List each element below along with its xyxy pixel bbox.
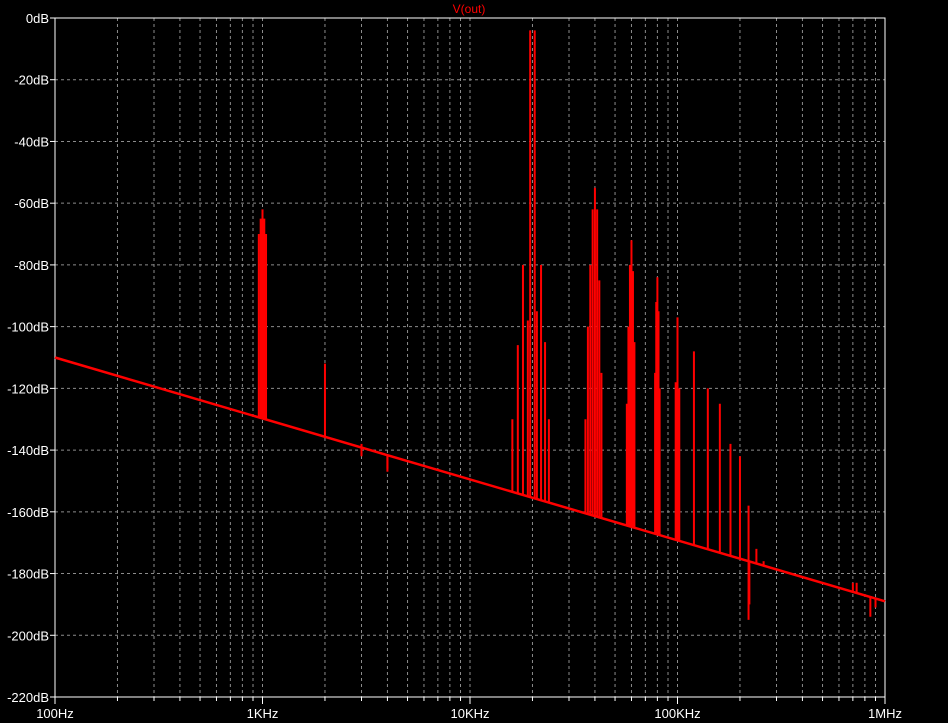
y-tick-label: -100dB bbox=[7, 320, 49, 335]
x-tick-label: 100KHz bbox=[654, 706, 700, 721]
x-tick-label: 1MHz bbox=[868, 706, 902, 721]
y-tick-label: -220dB bbox=[7, 690, 49, 705]
y-tick-label: -140dB bbox=[7, 443, 49, 458]
y-tick-label: -160dB bbox=[7, 505, 49, 520]
x-axis: 100Hz 1KHz 10KHz 100KHz 1MHz bbox=[36, 697, 902, 721]
y-tick-label: -180dB bbox=[7, 567, 49, 582]
y-tick-label: -20dB bbox=[14, 73, 49, 88]
x-tick-label: 1KHz bbox=[247, 706, 279, 721]
y-tick-label: -200dB bbox=[7, 628, 49, 643]
y-tick-label: 0dB bbox=[26, 11, 49, 26]
spectrum-chart: V(out) 0dB -20dB -40dB -60dB -80dB -100dB -120… bbox=[7, 2, 902, 721]
x-tick-label: 10KHz bbox=[450, 706, 489, 721]
y-tick-label: -80dB bbox=[14, 258, 49, 273]
y-axis: 0dB -20dB -40dB -60dB -80dB -100dB -120dB -140d… bbox=[7, 11, 55, 705]
y-tick-label: -120dB bbox=[7, 381, 49, 396]
grid-lines bbox=[55, 18, 885, 697]
x-tick-label: 100Hz bbox=[36, 706, 74, 721]
y-tick-label: -60dB bbox=[14, 196, 49, 211]
y-tick-label: -40dB bbox=[14, 134, 49, 149]
chart-title: V(out) bbox=[453, 2, 486, 16]
